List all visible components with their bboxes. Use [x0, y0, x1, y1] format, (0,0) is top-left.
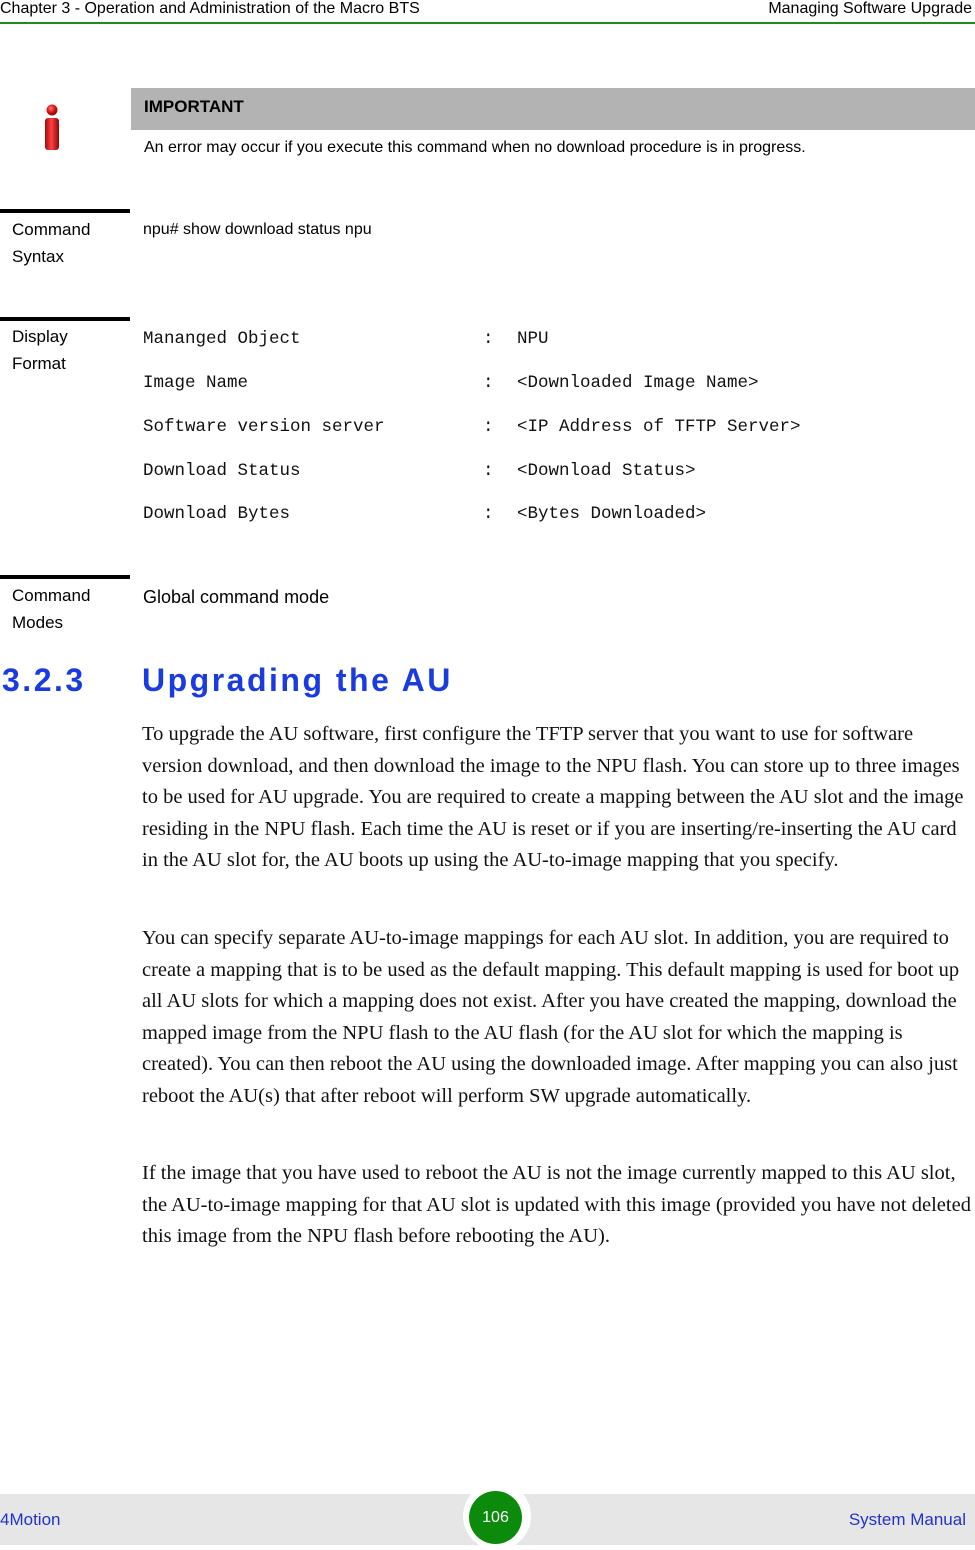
body-paragraph: To upgrade the AU software, first config… — [142, 723, 964, 871]
command-syntax-value: npu# show download status npu — [143, 221, 372, 238]
page-number: 106 — [469, 1491, 522, 1544]
section-heading: 3.2.3 Upgrading the AU — [2, 660, 453, 700]
divider — [0, 317, 130, 321]
body-paragraph: You can specify separate AU-to-image map… — [142, 927, 960, 1107]
display-format-row: Download Status: <Download Status> — [143, 461, 696, 481]
important-text: An error may occur if you execute this c… — [144, 139, 806, 156]
important-banner — [131, 88, 975, 130]
chapter-title: Chapter 3 - Operation and Administration… — [0, 0, 420, 17]
section-title-text: Upgrading the AU — [142, 662, 453, 698]
display-format-row: Mananged Object: NPU — [143, 329, 549, 349]
command-modes-label: Command Modes — [12, 586, 91, 632]
document-name: System Manual — [848, 1510, 966, 1529]
command-modes-value: Global command mode — [143, 587, 330, 607]
display-format-label: Display Format — [12, 327, 68, 373]
section-number: 3.2.3 — [2, 662, 86, 698]
divider — [0, 575, 130, 579]
product-name: 4Motion — [0, 1510, 61, 1529]
command-syntax-label: Command Syntax — [12, 220, 91, 266]
page-header: Chapter 3 - Operation and Administration… — [0, 0, 975, 24]
info-icon — [42, 104, 62, 152]
body-paragraph: If the image that you have used to reboo… — [142, 1162, 971, 1247]
important-title: IMPORTANT — [144, 97, 244, 116]
divider — [0, 209, 130, 213]
display-format-row: Software version server: <IP Address of T… — [143, 417, 801, 437]
section-title: Managing Software Upgrade — [768, 0, 972, 17]
display-format-row: Download Bytes: <Bytes Downloaded> — [143, 504, 707, 524]
display-format-row: Image Name: <Downloaded Image Name> — [143, 373, 759, 393]
